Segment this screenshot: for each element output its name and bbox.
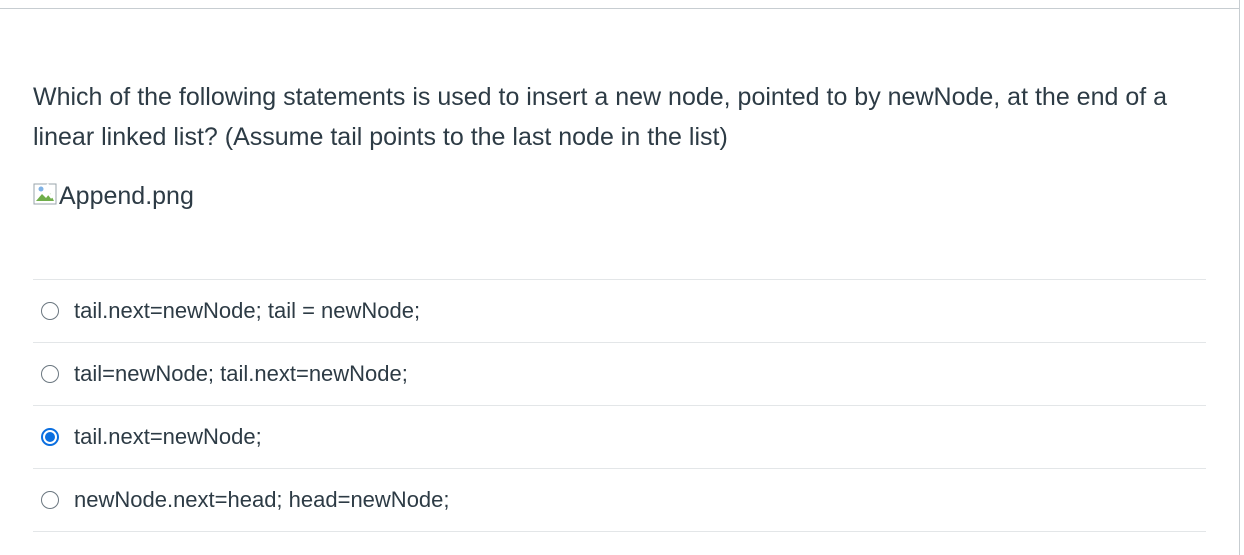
answer-label: tail.next=newNode; tail = newNode; [74, 298, 421, 323]
image-alt-text: Append.png [59, 181, 194, 210]
question-image: Append.png [33, 178, 194, 214]
radio-button[interactable] [41, 428, 59, 446]
top-border [0, 0, 1239, 9]
answer-option-4[interactable]: newNode.next=head; head=newNode; [33, 469, 1206, 532]
answer-label: newNode.next=head; head=newNode; [74, 487, 450, 512]
answer-option-2[interactable]: tail=newNode; tail.next=newNode; [33, 343, 1206, 406]
answer-list: tail.next=newNode; tail = newNode; tail=… [33, 279, 1206, 532]
right-border [1239, 0, 1240, 555]
broken-image-icon [33, 183, 57, 205]
radio-button[interactable] [41, 491, 59, 509]
answer-option-1[interactable]: tail.next=newNode; tail = newNode; [33, 280, 1206, 343]
radio-button[interactable] [41, 365, 59, 383]
radio-button[interactable] [41, 302, 59, 320]
answer-option-3[interactable]: tail.next=newNode; [33, 406, 1206, 469]
question-text: Which of the following statements is use… [33, 83, 1168, 151]
answer-label: tail=newNode; tail.next=newNode; [74, 361, 408, 386]
radio-dot [45, 432, 55, 442]
answer-label: tail.next=newNode; [74, 424, 262, 449]
